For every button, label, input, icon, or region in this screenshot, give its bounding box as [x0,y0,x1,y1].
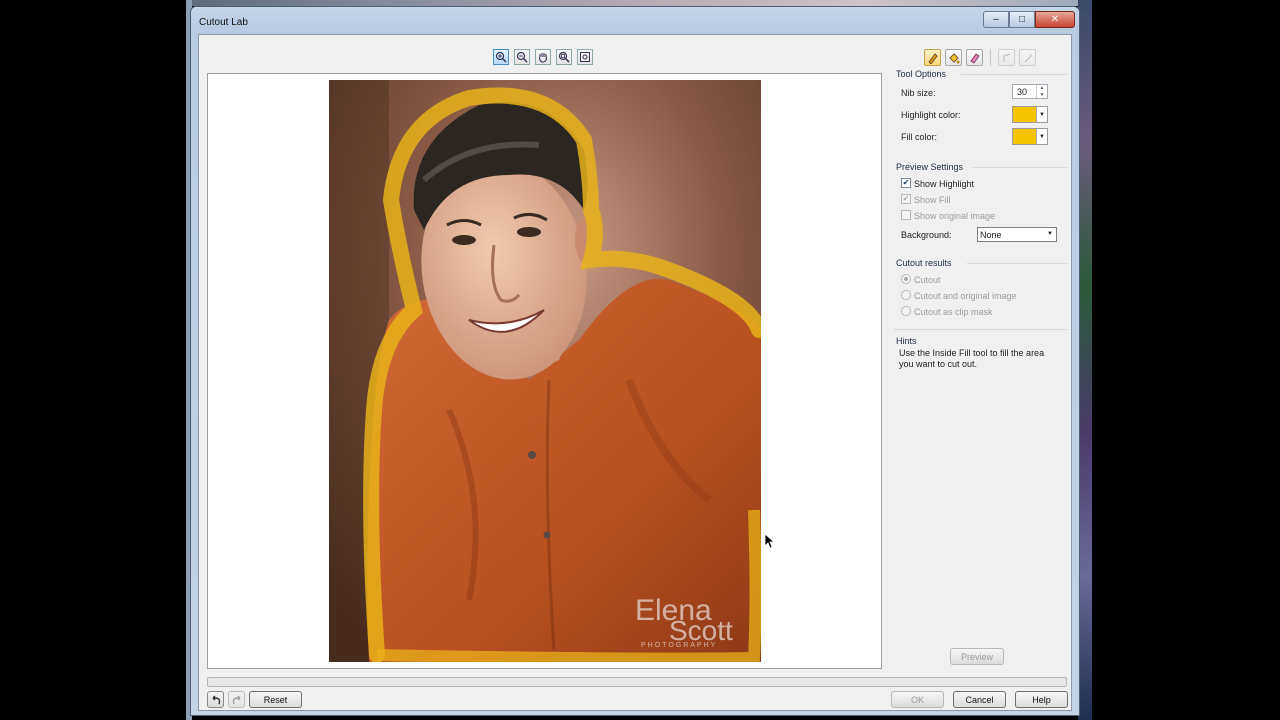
zoom-one-to-one-button[interactable] [556,49,572,65]
stepper-arrows[interactable]: ▲ ▼ [1036,85,1047,98]
cutout-tools-toolbar [924,49,1036,66]
preview-button[interactable]: Preview [950,648,1004,665]
inside-fill-icon [948,52,959,63]
show-original-checkbox[interactable] [901,210,911,220]
desktop-background-right [1078,0,1092,720]
detail-remove-icon [1024,53,1031,62]
show-fill-checkbox[interactable]: ✔ [901,194,911,204]
fill-color-swatch [1013,129,1036,144]
chevron-down-icon: ▼ [1047,231,1053,237]
dialog-client-area: Elena Scott PHOTOGRAPHY Tool Options Nib… [198,34,1072,711]
fill-color-label: Fill color: [901,132,938,142]
cutout-radio[interactable] [901,274,911,284]
pan-hand-icon [538,53,548,63]
show-highlight-checkbox[interactable]: ✔ [901,178,911,188]
chevron-down-icon: ▼ [1036,107,1047,122]
cutout-and-original-label: Cutout and original image [914,291,1017,301]
highlight-color-picker[interactable]: ▼ [1012,106,1048,123]
divider [967,263,1067,264]
highlighter-tool-button[interactable] [924,49,941,66]
title-bar[interactable]: Cutout Lab – □ ✕ [191,7,1079,37]
fill-color-picker[interactable]: ▼ [1012,128,1048,145]
cutout-lab-window: Cutout Lab – □ ✕ Elena Scott PHOTOGRAPHY… [190,6,1080,716]
background-select[interactable]: None ▼ [977,227,1057,242]
background-select-value: None [980,230,1002,240]
auto-reduce-button[interactable] [998,49,1015,66]
maximize-button[interactable]: □ [1009,11,1035,28]
pan-button[interactable] [535,49,551,65]
divider [894,329,1067,330]
redo-button[interactable] [228,691,245,708]
zoom-in-icon [495,51,507,63]
canvas-toolbar [493,49,593,65]
nib-size-value: 30 [1017,87,1028,97]
auto-reduce-icon [1003,53,1010,62]
zoom-to-fit-button[interactable] [577,49,593,65]
ok-button[interactable]: OK [891,691,944,708]
cancel-button[interactable]: Cancel [953,691,1006,708]
eraser-icon [969,52,980,64]
show-original-label: Show original image [914,211,996,221]
tool-options-heading: Tool Options [896,69,947,79]
highlighter-icon [927,52,938,64]
portrait-photo: Elena Scott PHOTOGRAPHY [329,80,761,662]
zoom-out-button[interactable] [514,49,530,65]
down-arrow-icon: ▼ [1039,91,1045,98]
nib-size-label: Nib size: [901,88,936,98]
minimize-button[interactable]: – [983,11,1009,28]
show-fill-label: Show Fill [914,195,951,205]
progress-bar [207,677,1067,687]
image-canvas[interactable]: Elena Scott PHOTOGRAPHY [207,73,882,669]
redo-icon [232,695,240,704]
help-button[interactable]: Help [1015,691,1068,708]
toolbar-separator [990,49,991,66]
zoom-in-button[interactable] [493,49,509,65]
cutout-results-heading: Cutout results [896,258,952,268]
zoom-one-to-one-icon [558,51,570,63]
mouse-cursor-icon [765,534,775,548]
nib-size-stepper[interactable]: 30 ▲ ▼ [1012,84,1048,99]
window-controls: – □ ✕ [983,11,1075,28]
up-arrow-icon: ▲ [1039,85,1045,92]
divider [961,74,1067,75]
preview-settings-heading: Preview Settings [896,162,964,172]
cutout-clip-mask-label: Cutout as clip mask [914,307,993,317]
portrait-image: Elena Scott PHOTOGRAPHY [329,80,761,662]
eraser-tool-button[interactable] [966,49,983,66]
cutout-clip-mask-radio[interactable] [901,306,911,316]
window-title: Cutout Lab [199,17,248,28]
cutout-radio-label: Cutout [914,275,941,285]
chevron-down-icon: ▼ [1036,129,1047,144]
undo-button[interactable] [207,691,224,708]
watermark-photography: PHOTOGRAPHY [641,642,717,649]
zoom-to-fit-icon [580,52,590,62]
highlight-color-swatch [1013,107,1036,122]
options-panel: Tool Options Nib size: 30 ▲ ▼ Highlight c… [889,69,1069,649]
background-label: Background: [901,230,952,240]
cutout-and-original-radio[interactable] [901,290,911,300]
zoom-out-icon [516,51,528,63]
hints-heading: Hints [896,336,917,346]
undo-icon [212,695,220,704]
reset-button[interactable]: Reset [249,691,302,708]
highlight-color-label: Highlight color: [901,110,961,120]
close-button[interactable]: ✕ [1035,11,1075,28]
detail-remove-button[interactable] [1019,49,1036,66]
show-highlight-label: Show Highlight [914,179,975,189]
divider [973,167,1067,168]
hints-text: Use the Inside Fill tool to fill the are… [899,348,1045,369]
inside-fill-tool-button[interactable] [945,49,962,66]
